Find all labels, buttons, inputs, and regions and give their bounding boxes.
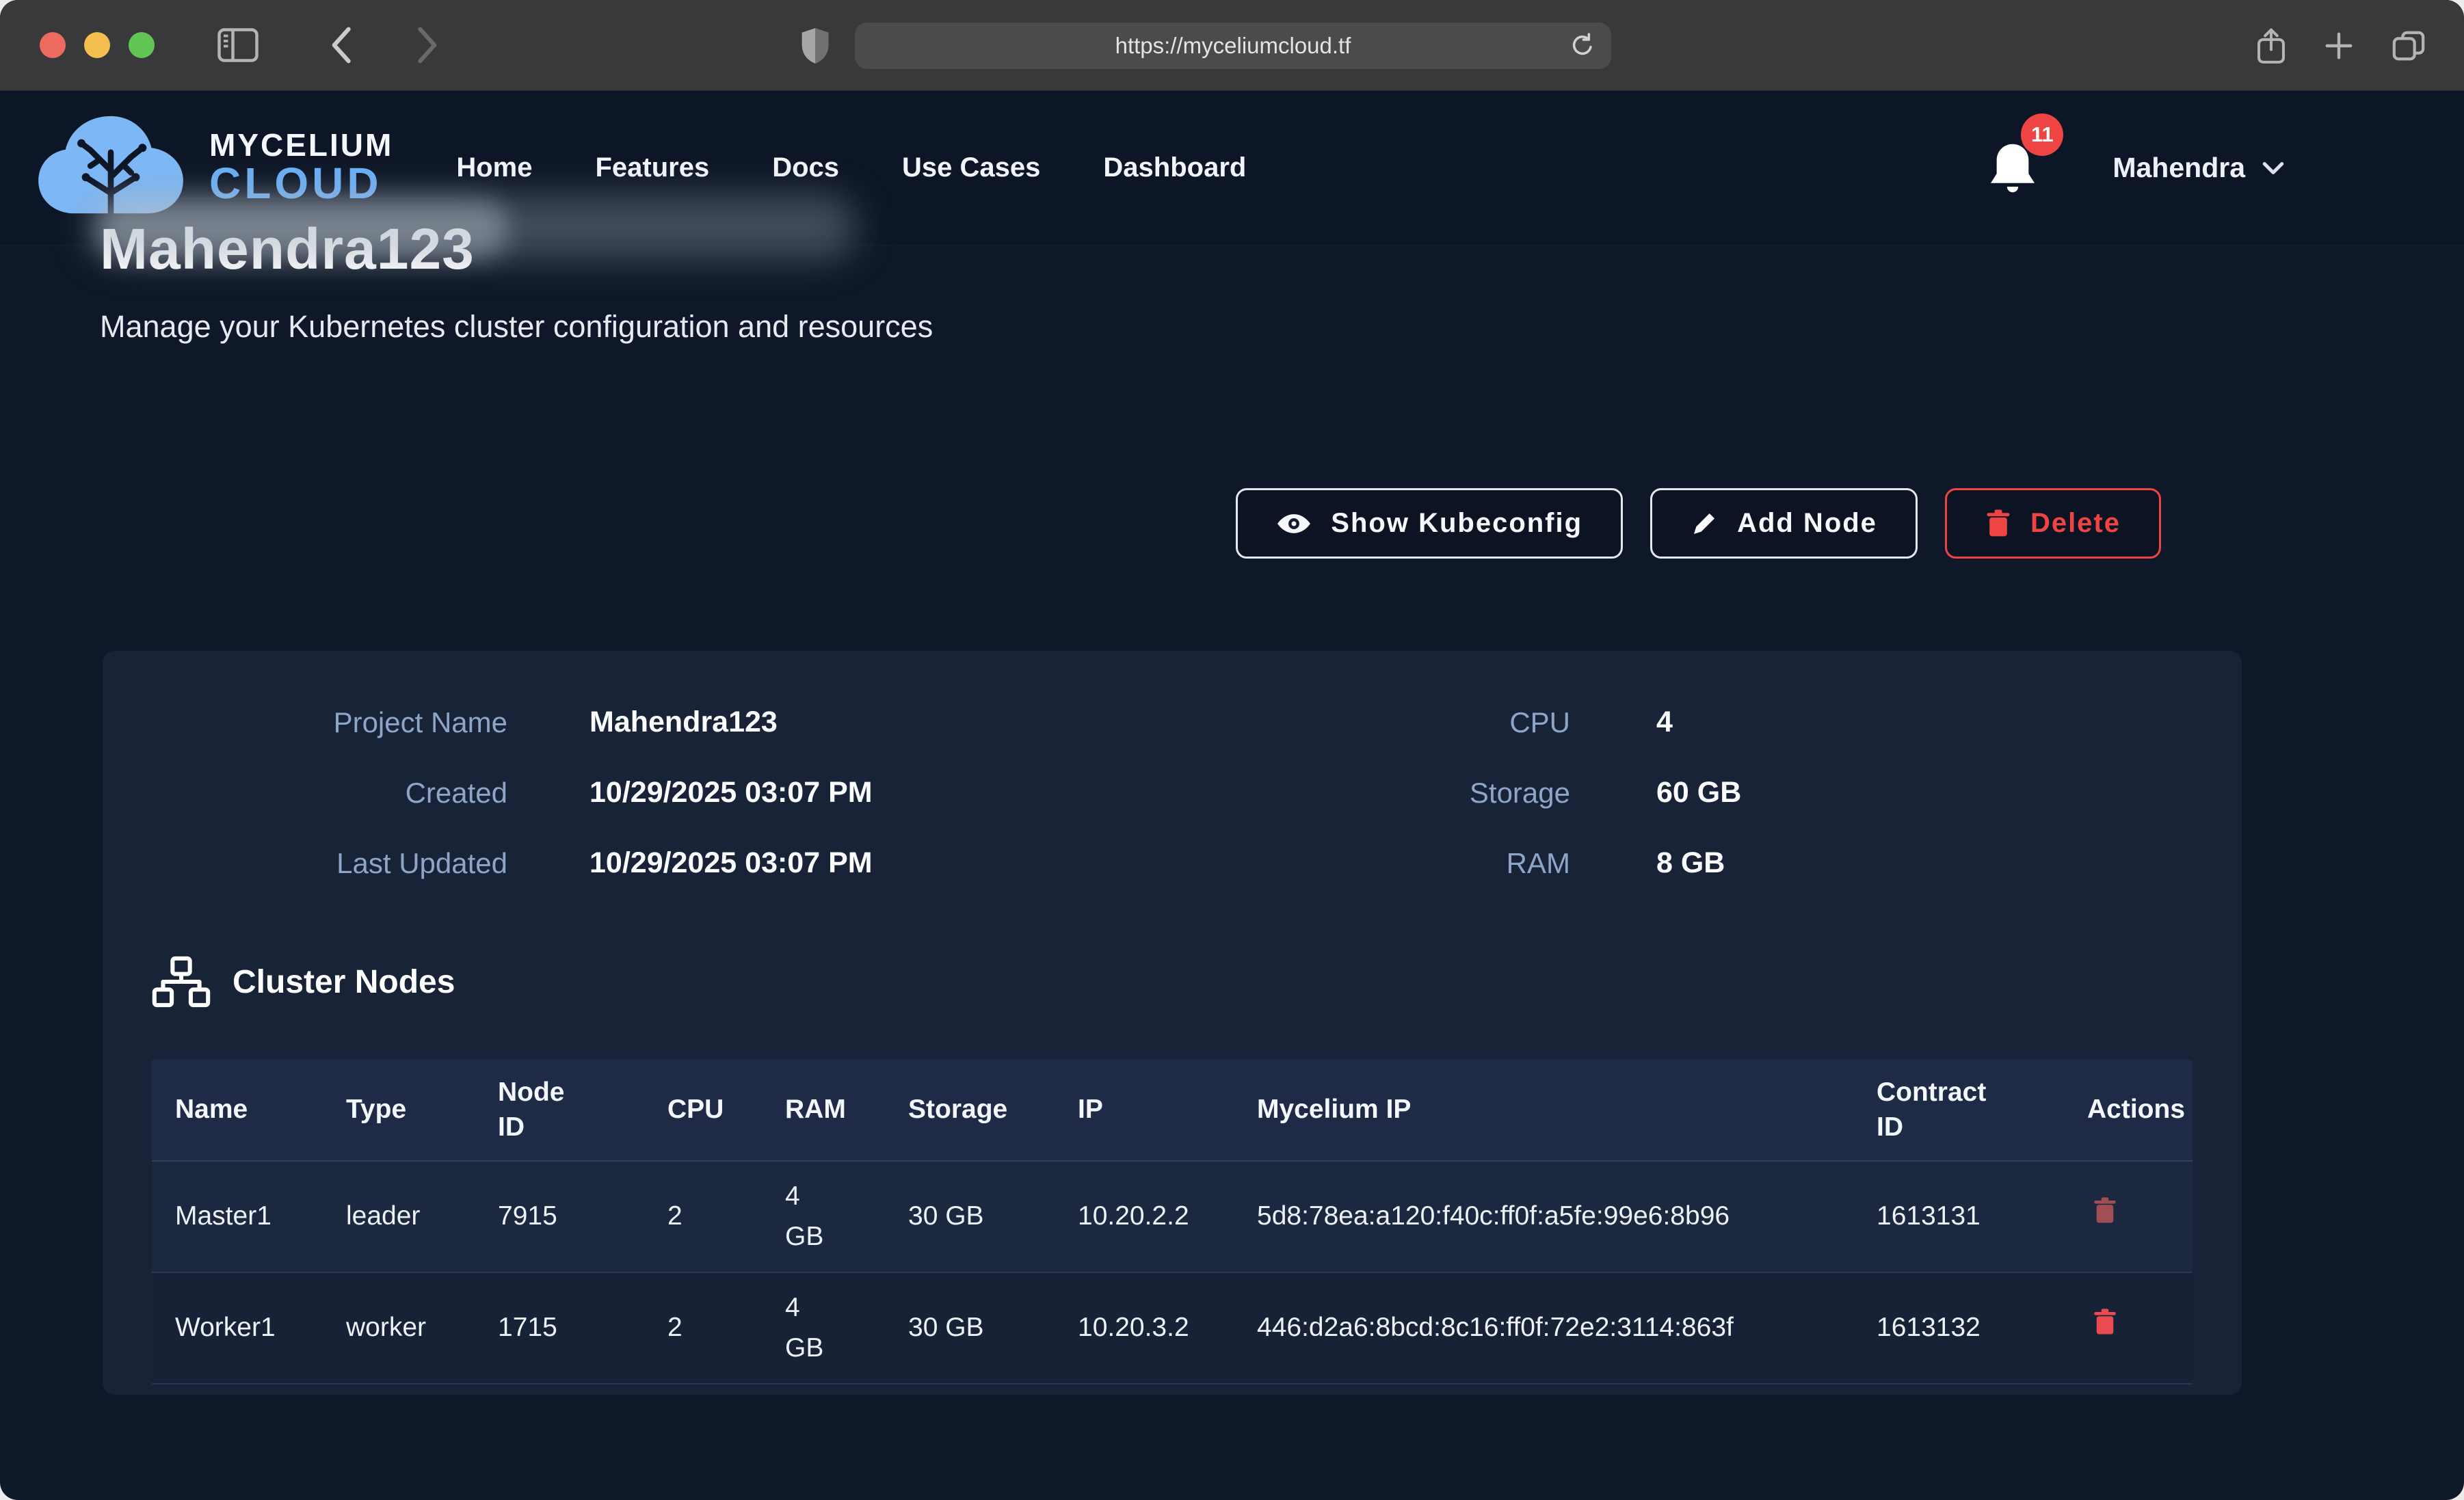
trash-icon <box>1985 509 2011 539</box>
pencil-icon <box>1691 510 1718 537</box>
cell-cpu: 2 <box>644 1272 762 1384</box>
cell-ram: 4 GB <box>762 1272 885 1384</box>
storage-label: Storage <box>1205 777 1570 809</box>
shield-icon[interactable] <box>800 27 830 65</box>
brand-logo[interactable]: MYCELIUM CLOUD <box>23 109 393 227</box>
table-row: Worker1 worker 1715 2 4 GB 30 GB 10.20.3… <box>152 1272 2193 1384</box>
brand-name-line2: CLOUD <box>209 161 393 206</box>
cpu-label: CPU <box>1205 706 1570 739</box>
col-actions: Actions <box>2064 1060 2193 1161</box>
project-name-label: Project Name <box>103 706 589 739</box>
minimize-window-button[interactable] <box>84 32 110 58</box>
page-subtitle: Manage your Kubernetes cluster configura… <box>100 309 933 345</box>
browser-window: https://myceliumcloud.tf <box>0 0 2464 1500</box>
col-cpu: CPU <box>644 1060 762 1161</box>
cell-cpu: 2 <box>644 1161 762 1272</box>
cell-actions <box>2064 1272 2193 1384</box>
project-name-value: Mahendra123 <box>589 706 1205 739</box>
close-window-button[interactable] <box>40 32 66 58</box>
nav-link-use-cases[interactable]: Use Cases <box>902 152 1040 183</box>
last-updated-value: 10/29/2025 03:07 PM <box>589 846 1205 880</box>
ram-label: RAM <box>1205 847 1570 880</box>
cell-actions <box>2064 1161 2193 1272</box>
tab-overview-icon[interactable] <box>2392 29 2426 62</box>
table-header-row: Name Type Node ID CPU RAM Storage IP Myc… <box>152 1060 2193 1161</box>
main-nav: Home Features Docs Use Cases Dashboard <box>456 152 1246 183</box>
brand-name-line1: MYCELIUM <box>209 129 393 161</box>
nav-link-docs[interactable]: Docs <box>772 152 839 183</box>
delete-cluster-button[interactable]: Delete <box>1945 488 2161 559</box>
add-node-label: Add Node <box>1737 508 1877 539</box>
col-ip: IP <box>1055 1060 1234 1161</box>
col-contract-id: Contract ID <box>1853 1060 2064 1161</box>
cell-storage: 30 GB <box>885 1272 1055 1384</box>
cell-ip: 10.20.3.2 <box>1055 1272 1234 1384</box>
traffic-lights <box>40 32 155 58</box>
chevron-down-icon <box>2262 161 2285 176</box>
cell-name: Worker1 <box>152 1272 323 1384</box>
cpu-value: 4 <box>1570 706 2242 739</box>
browser-chrome: https://myceliumcloud.tf <box>0 0 2464 91</box>
delete-label: Delete <box>2030 508 2121 539</box>
delete-node-button[interactable] <box>2087 1308 2117 1337</box>
cell-ip: 10.20.2.2 <box>1055 1161 1234 1272</box>
ram-value: 8 GB <box>1570 846 2242 880</box>
new-tab-icon[interactable] <box>2323 30 2355 62</box>
col-name: Name <box>152 1060 323 1161</box>
show-kubeconfig-button[interactable]: Show Kubeconfig <box>1236 488 1623 559</box>
cell-ram: 4 GB <box>762 1161 885 1272</box>
add-node-button[interactable]: Add Node <box>1650 488 1918 559</box>
cell-mycelium-ip: 5d8:78ea:a120:f40c:ff0f:a5fe:99e6:8b96 <box>1234 1161 1853 1272</box>
cell-mycelium-ip: 446:d2a6:8bcd:8c16:ff0f:72e2:3114:863f <box>1234 1272 1853 1384</box>
cluster-nodes-heading: Cluster Nodes <box>152 956 455 1008</box>
cluster-nodes-title: Cluster Nodes <box>233 963 455 1001</box>
col-ram: RAM <box>762 1060 885 1161</box>
cell-storage: 30 GB <box>885 1161 1055 1272</box>
back-icon[interactable] <box>327 26 354 64</box>
cell-contract-id: 1613132 <box>1853 1272 2064 1384</box>
col-mycelium-ip: Mycelium IP <box>1234 1060 1853 1161</box>
created-label: Created <box>103 777 589 809</box>
col-storage: Storage <box>885 1060 1055 1161</box>
delete-node-button[interactable] <box>2087 1196 2117 1225</box>
org-chart-icon <box>152 956 211 1008</box>
address-bar[interactable]: https://myceliumcloud.tf <box>855 23 1611 69</box>
cell-contract-id: 1613131 <box>1853 1161 2064 1272</box>
cell-name: Master1 <box>152 1161 323 1272</box>
storage-value: 60 GB <box>1570 776 2242 809</box>
cloud-tree-logo-icon <box>23 109 198 227</box>
project-info: Project Name Mahendra123 CPU 4 Created 1… <box>103 651 2242 880</box>
last-updated-label: Last Updated <box>103 847 589 880</box>
notification-badge: 11 <box>2021 113 2063 156</box>
sidebar-toggle-icon[interactable] <box>217 28 259 62</box>
zoom-window-button[interactable] <box>129 32 155 58</box>
url-text: https://myceliumcloud.tf <box>1115 33 1351 59</box>
nodes-table: Name Type Node ID CPU RAM Storage IP Myc… <box>152 1060 2193 1384</box>
created-value: 10/29/2025 03:07 PM <box>589 776 1205 809</box>
user-name: Mahendra <box>2112 152 2245 184</box>
cell-type: worker <box>323 1272 475 1384</box>
reload-icon[interactable] <box>1569 32 1596 59</box>
nav-link-features[interactable]: Features <box>595 152 709 183</box>
show-kubeconfig-label: Show Kubeconfig <box>1331 508 1582 539</box>
col-node-id: Node ID <box>475 1060 644 1161</box>
project-card: Project Name Mahendra123 CPU 4 Created 1… <box>103 651 2242 1395</box>
nav-link-home[interactable]: Home <box>456 152 532 183</box>
cell-type: leader <box>323 1161 475 1272</box>
cell-node-id: 7915 <box>475 1161 644 1272</box>
nav-link-dashboard[interactable]: Dashboard <box>1103 152 1246 183</box>
page-title: Mahendra123 <box>100 216 475 282</box>
user-menu[interactable]: Mahendra <box>2112 152 2285 184</box>
cluster-actions: Show Kubeconfig Add Node Delete <box>1236 488 2161 559</box>
eye-icon <box>1276 511 1312 536</box>
col-type: Type <box>323 1060 475 1161</box>
cell-node-id: 1715 <box>475 1272 644 1384</box>
notifications-button[interactable]: 11 <box>1987 139 2039 197</box>
forward-icon[interactable] <box>414 26 442 64</box>
table-row: Master1 leader 7915 2 4 GB 30 GB 10.20.2… <box>152 1161 2193 1272</box>
share-icon[interactable] <box>2256 27 2286 65</box>
